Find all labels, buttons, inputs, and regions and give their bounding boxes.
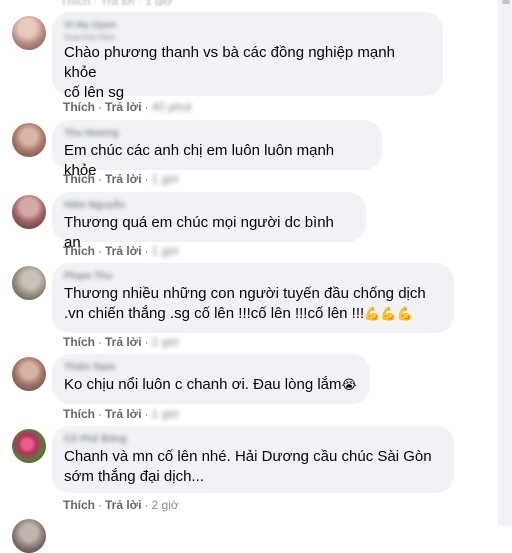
comment-timestamp[interactable]: 1 giờ [152,407,179,421]
scrollbar-thumb[interactable] [502,0,510,4]
comment-author[interactable]: Thiên Nam [64,362,358,374]
reply-button[interactable]: Trả lời [105,407,142,421]
comment-text-body: Ko chịu nổi luôn c chanh ơi. Đau lòng lắ… [64,376,342,393]
comment-actions: Thích · Trả lời · 1 giờ [63,244,179,258]
comment-subtitle: Hoai Kiet Hinh [64,33,116,42]
reply-button[interactable]: Trả lời [105,100,142,114]
comment-actions: Thích · Trả lời · 1 giờ [63,407,179,421]
separator-dot: · [144,100,149,114]
reply-button[interactable]: Trả lời [105,172,142,186]
separator-dot: · [98,498,102,512]
flexed-biceps-emoji: 💪💪💪 [364,306,413,321]
crying-face-emoji: 😭 [341,377,357,392]
avatar[interactable] [12,195,46,229]
avatar[interactable] [12,16,46,50]
separator-dot: · [98,335,102,349]
comment-bubble: Thu Hương Em chúc các anh chị em luôn lu… [52,120,382,179]
like-button[interactable]: Thích [63,407,95,421]
separator-dot: · [98,100,102,114]
comment-timestamp[interactable]: 2 giờ [152,335,179,349]
comment-text: Chào phương thanh vs bà các đồng nghiệp … [64,44,395,101]
like-button[interactable]: Thích [63,335,95,349]
like-button[interactable]: Thích [63,498,95,512]
reply-button[interactable]: Trả lời [105,498,142,512]
comment-actions: Thích · Trả lời · 2 giờ [63,335,179,349]
comment-timestamp[interactable]: 40 phút [152,100,192,114]
separator-dot: · [144,172,149,186]
previous-comment-actions: Thích · Trả lời · 1 giờ [60,0,180,6]
comment-author[interactable]: Phạm Thu [64,271,442,283]
avatar[interactable] [12,357,46,391]
comment-text: Chanh và mn cố lên nhé. Hải Dương cầu ch… [64,448,432,485]
comment-text: Ko chịu nổi luôn c chanh ơi. Đau lòng lắ… [64,375,358,395]
comment-author[interactable]: Cô Phê Bông [64,434,442,446]
comment-text: Thương nhiều những con người tuyến đầu c… [64,284,442,324]
comment-bubble: Thiên Nam Ko chịu nổi luôn c chanh ơi. Đ… [52,354,370,404]
separator-dot: · [98,172,102,186]
like-button[interactable]: Thích [63,172,95,186]
separator-dot: · [144,407,149,421]
comment-actions: Thích · Trả lời · 2 giờ [63,498,179,512]
comment-bubble: Hiền Nguyễn Thương quá em chúc mọi người… [52,192,366,251]
comment-bubble: Vi Ha Uyen Hoai Kiet Hinh Chào phương th… [52,12,443,101]
like-button[interactable]: Thích [63,244,95,258]
comment-timestamp[interactable]: 1 giờ [152,244,179,258]
separator-dot: · [144,498,149,512]
separator-dot: · [144,335,149,349]
avatar[interactable] [12,519,46,553]
comment-bubble: Cô Phê Bông Chanh và mn cố lên nhé. Hải … [52,426,454,493]
like-button[interactable]: Thích [63,100,95,114]
comment-author[interactable]: Vi Ha Uyen [64,20,431,32]
avatar[interactable] [12,429,46,463]
comment-actions: Thích · Trả lời · 1 giờ [63,172,179,186]
comment-bubble: Phạm Thu Thương nhiều những con người tu… [52,263,454,333]
separator-dot: · [98,407,102,421]
avatar[interactable] [12,123,46,157]
reply-button[interactable]: Trả lời [105,335,142,349]
scrollbar[interactable] [498,0,512,526]
avatar[interactable] [12,266,46,300]
comment-timestamp[interactable]: 1 giờ [152,172,179,186]
separator-dot: · [98,244,102,258]
reply-button[interactable]: Trả lời [105,244,142,258]
comment-timestamp[interactable]: 2 giờ [152,498,179,512]
separator-dot: · [144,244,149,258]
comment-author[interactable]: Hiền Nguyễn [64,200,354,212]
comment-actions: Thích · Trả lời · 40 phút [63,100,192,114]
comment-author[interactable]: Thu Hương [64,128,370,140]
